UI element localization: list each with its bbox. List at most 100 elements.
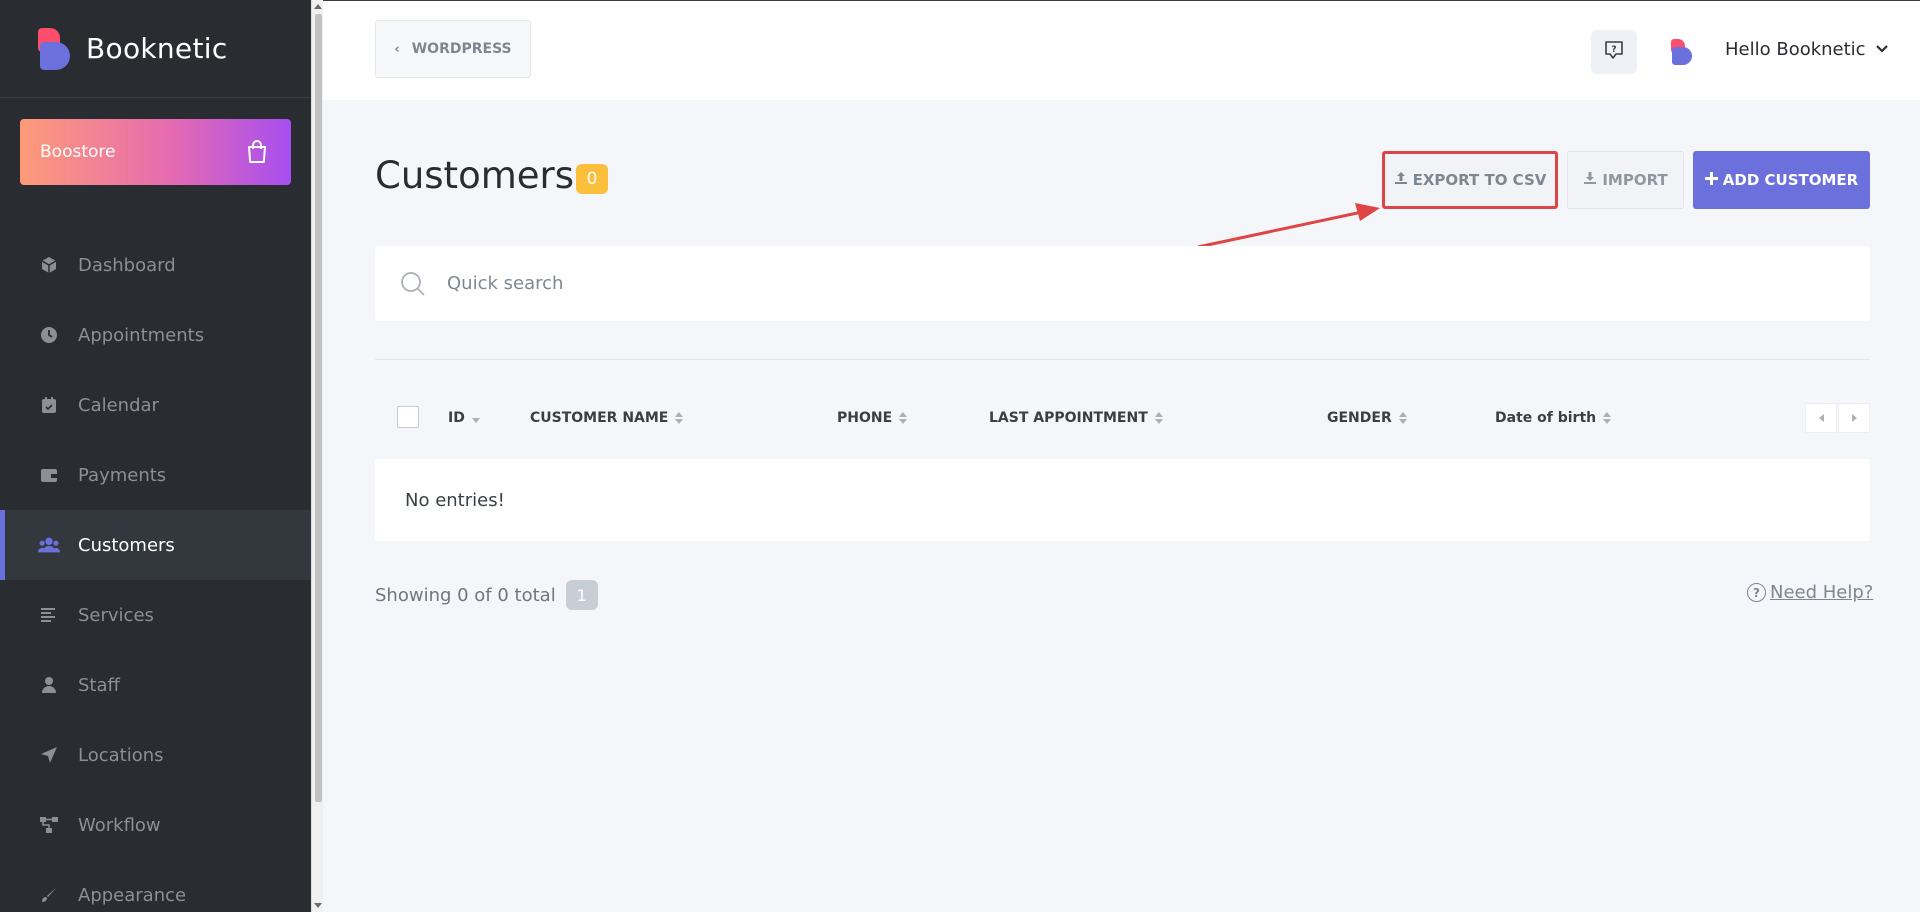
booknetic-logo-icon bbox=[38, 27, 72, 70]
back-label: WORDPRESS bbox=[411, 41, 512, 57]
brush-icon bbox=[38, 884, 60, 906]
column-label: ID bbox=[448, 410, 465, 426]
sort-icon bbox=[1603, 412, 1612, 424]
back-to-wordpress-button[interactable]: ‹ WORDPRESS bbox=[375, 20, 531, 78]
sidebar-item-label: Locations bbox=[78, 744, 164, 766]
need-help-link[interactable]: ? Need Help? bbox=[1747, 582, 1873, 603]
sidebar-item-appearance[interactable]: Appearance bbox=[0, 860, 311, 912]
download-icon bbox=[1583, 171, 1597, 189]
question-circle-icon: ? bbox=[1747, 583, 1766, 602]
empty-message: No entries! bbox=[405, 489, 505, 511]
column-last-appointment[interactable]: LAST APPOINTMENT bbox=[989, 410, 1163, 426]
sidebar-item-payments[interactable]: Payments bbox=[0, 440, 311, 510]
scroll-right-button[interactable] bbox=[1838, 403, 1870, 433]
calendar-icon bbox=[38, 394, 60, 416]
column-id[interactable]: ID bbox=[448, 410, 480, 426]
table-header: ID CUSTOMER NAME PHONE LAST APPOINTMENT … bbox=[375, 400, 1870, 440]
question-chat-icon: ? bbox=[1603, 39, 1625, 65]
page-1-button[interactable]: 1 bbox=[565, 580, 598, 610]
list-icon bbox=[38, 604, 60, 626]
shopping-bag-icon bbox=[245, 139, 269, 165]
workflow-icon bbox=[38, 814, 60, 836]
select-all-checkbox[interactable] bbox=[397, 406, 419, 428]
column-date-of-birth[interactable]: Date of birth bbox=[1495, 410, 1612, 426]
users-icon bbox=[38, 534, 60, 556]
clock-icon bbox=[38, 324, 60, 346]
user-greeting: Hello Booknetic bbox=[1725, 39, 1866, 60]
search-bar[interactable] bbox=[375, 246, 1870, 321]
location-arrow-icon bbox=[38, 744, 60, 766]
wallet-icon bbox=[38, 464, 60, 486]
sidebar-item-services[interactable]: Services bbox=[0, 580, 311, 650]
need-help-label: Need Help? bbox=[1770, 582, 1874, 603]
plus-icon bbox=[1704, 171, 1718, 189]
sidebar-nav: Dashboard Appointments Calendar Payments… bbox=[0, 230, 311, 912]
help-chat-button[interactable]: ? bbox=[1591, 30, 1637, 74]
sidebar-item-label: Appearance bbox=[78, 884, 187, 906]
add-customer-label: ADD CUSTOMER bbox=[1722, 171, 1859, 189]
pagination-summary: Showing 0 of 0 total 1 bbox=[375, 580, 598, 610]
import-button[interactable]: IMPORT bbox=[1567, 151, 1684, 209]
sidebar-item-label: Workflow bbox=[78, 814, 161, 836]
sidebar-item-staff[interactable]: Staff bbox=[0, 650, 311, 720]
chevron-left-icon: ‹ bbox=[394, 41, 400, 57]
scroll-down-icon[interactable] bbox=[314, 903, 322, 908]
app-logo[interactable]: Booknetic bbox=[0, 0, 311, 98]
sidebar-item-appointments[interactable]: Appointments bbox=[0, 300, 311, 370]
sidebar-item-calendar[interactable]: Calendar bbox=[0, 370, 311, 440]
user-avatar[interactable] bbox=[1671, 39, 1693, 65]
sidebar-item-label: Calendar bbox=[78, 394, 159, 416]
scroll-up-icon[interactable] bbox=[314, 4, 322, 9]
scroll-thumb[interactable] bbox=[315, 14, 322, 802]
sidebar-item-label: Staff bbox=[78, 674, 120, 696]
add-customer-button[interactable]: ADD CUSTOMER bbox=[1693, 151, 1870, 209]
svg-text:?: ? bbox=[1611, 45, 1616, 55]
sort-icon bbox=[1154, 412, 1163, 424]
empty-table-row: No entries! bbox=[375, 459, 1870, 541]
chevron-down-icon bbox=[1875, 42, 1888, 57]
sidebar-item-customers[interactable]: Customers bbox=[0, 510, 311, 580]
sidebar-item-locations[interactable]: Locations bbox=[0, 720, 311, 790]
column-gender[interactable]: GENDER bbox=[1327, 410, 1407, 426]
sidebar: Booknetic Boostore Dashboard Appointment… bbox=[0, 0, 311, 912]
import-label: IMPORT bbox=[1602, 171, 1668, 189]
column-label: PHONE bbox=[837, 410, 893, 426]
search-icon bbox=[399, 270, 427, 298]
caret-left-icon bbox=[1818, 414, 1824, 422]
sidebar-item-label: Services bbox=[78, 604, 154, 626]
cube-icon bbox=[38, 254, 60, 276]
column-label: LAST APPOINTMENT bbox=[989, 410, 1148, 426]
column-label: GENDER bbox=[1327, 410, 1392, 426]
sidebar-item-label: Appointments bbox=[78, 324, 205, 346]
boostore-button[interactable]: Boostore bbox=[20, 119, 291, 185]
sidebar-item-workflow[interactable]: Workflow bbox=[0, 790, 311, 860]
page-title: Customers bbox=[375, 154, 575, 197]
sidebar-item-label: Dashboard bbox=[78, 254, 176, 276]
column-label: CUSTOMER NAME bbox=[530, 410, 669, 426]
customer-count-badge: 0 bbox=[576, 164, 608, 194]
sidebar-item-label: Customers bbox=[78, 534, 175, 556]
sidebar-scrollbar[interactable] bbox=[311, 0, 323, 912]
column-label: Date of birth bbox=[1495, 410, 1597, 426]
app-name: Booknetic bbox=[86, 32, 228, 65]
sort-icon bbox=[675, 412, 684, 424]
divider bbox=[375, 359, 1870, 360]
column-customer-name[interactable]: CUSTOMER NAME bbox=[530, 410, 684, 426]
user-menu[interactable]: Hello Booknetic bbox=[1725, 39, 1888, 60]
upload-icon bbox=[1394, 171, 1408, 189]
showing-text: Showing 0 of 0 total bbox=[375, 584, 556, 606]
sort-icon bbox=[1398, 412, 1407, 424]
top-bar: ‹ WORDPRESS ? Hello Booknetic bbox=[323, 0, 1920, 100]
sidebar-item-dashboard[interactable]: Dashboard bbox=[0, 230, 311, 300]
boostore-label: Boostore bbox=[40, 142, 116, 162]
caret-right-icon bbox=[1851, 414, 1857, 422]
search-input[interactable] bbox=[447, 273, 1647, 294]
export-to-csv-button[interactable]: EXPORT TO CSV bbox=[1382, 151, 1558, 209]
sort-icon bbox=[899, 412, 908, 424]
sidebar-item-label: Payments bbox=[78, 464, 167, 486]
user-icon bbox=[38, 674, 60, 696]
scroll-left-button[interactable] bbox=[1805, 403, 1837, 433]
export-label: EXPORT TO CSV bbox=[1412, 171, 1547, 189]
column-phone[interactable]: PHONE bbox=[837, 410, 908, 426]
sort-desc-icon bbox=[471, 417, 480, 423]
